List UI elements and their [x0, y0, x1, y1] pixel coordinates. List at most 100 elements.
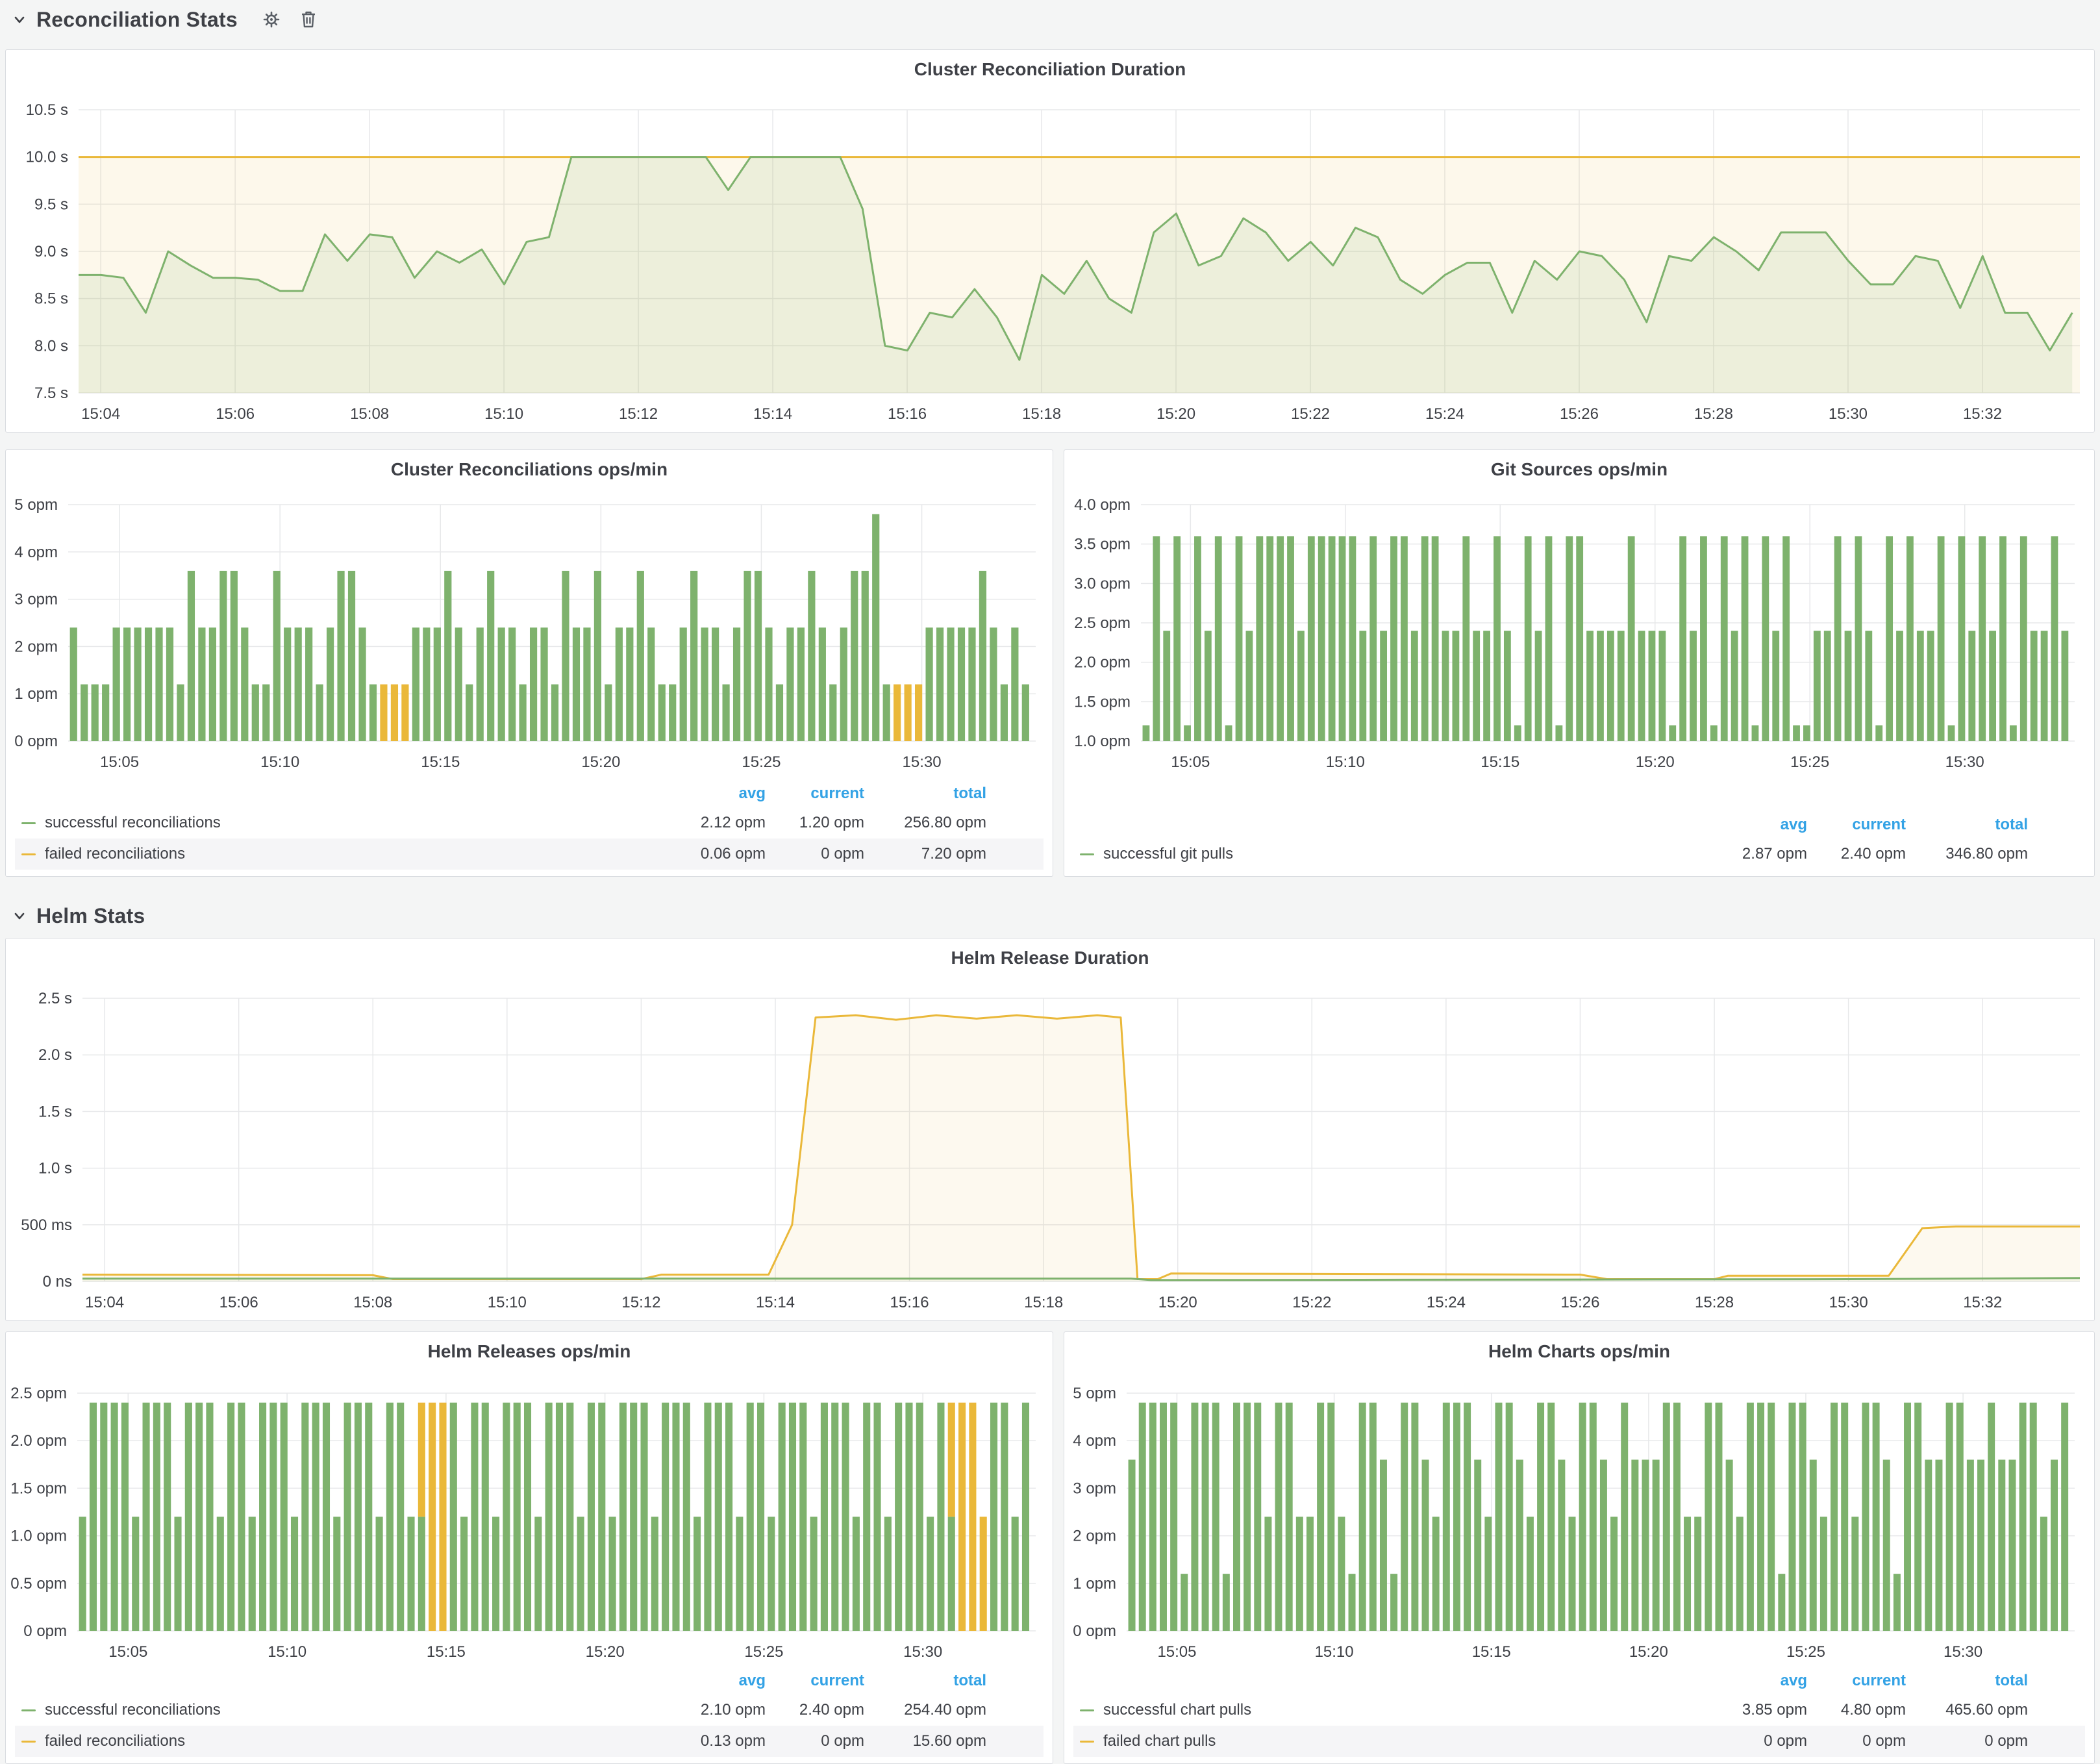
y-axis-tick-label: 0 opm: [1073, 1622, 1116, 1640]
y-axis-tick-label: 0 opm: [23, 1622, 67, 1640]
legend-sort-current[interactable]: current: [766, 785, 864, 803]
legend-series-label[interactable]: successful git pulls: [1080, 845, 1668, 863]
x-axis-tick-label: 15:05: [1171, 753, 1210, 771]
section-title: Reconciliation Stats: [36, 8, 238, 32]
legend-sort-current[interactable]: current: [766, 1672, 864, 1690]
y-axis-tick-label: 1 opm: [1073, 1575, 1116, 1593]
legend-value: 0 opm: [766, 845, 864, 863]
x-axis-tick-label: 15:05: [108, 1643, 147, 1661]
x-axis-tick-label: 15:22: [1292, 1294, 1331, 1311]
cluster-reconciliation-duration-chart[interactable]: 10.5 s10.0 s9.5 s9.0 s8.5 s8.0 s7.5 s15:…: [6, 50, 2094, 432]
x-axis-tick-label: 15:32: [1963, 1294, 2002, 1311]
legend-sort-avg[interactable]: avg: [627, 785, 766, 803]
panel-helm-charts-opm: Helm Charts ops/min 5 opm4 opm3 opm2 opm…: [1064, 1331, 2095, 1764]
section-title: Helm Stats: [36, 904, 145, 928]
y-axis-tick-label: 2.0 s: [38, 1046, 72, 1064]
series-name: successful git pulls: [1103, 845, 1233, 863]
x-axis-tick-label: 15:30: [903, 1643, 942, 1661]
x-axis-tick-label: 15:25: [742, 753, 781, 771]
x-axis-tick-label: 15:05: [1157, 1643, 1196, 1661]
x-axis-tick-label: 15:06: [216, 405, 255, 423]
y-axis-tick-label: 1.5 opm: [10, 1480, 67, 1497]
legend-row: successful reconciliations2.10 opm2.40 o…: [15, 1695, 1044, 1726]
legend-value: 2.40 opm: [766, 1701, 864, 1719]
legend-header-row: avgcurrenttotal: [1073, 1667, 2085, 1695]
x-axis-tick-label: 15:28: [1694, 405, 1733, 423]
y-axis-tick-label: 8.5 s: [34, 290, 68, 308]
y-axis-tick-label: 0 ns: [43, 1273, 72, 1291]
legend-row: successful chart pulls3.85 opm4.80 opm46…: [1073, 1695, 2085, 1726]
y-axis-tick-label: 10.0 s: [26, 149, 68, 166]
legend-value: 0.13 opm: [627, 1732, 766, 1750]
trash-icon[interactable]: [299, 9, 318, 30]
legend-row: failed reconciliations0.06 opm0 opm7.20 …: [15, 838, 1044, 870]
x-axis-tick-label: 15:26: [1560, 1294, 1599, 1311]
section-header-helm-stats[interactable]: Helm Stats: [12, 900, 145, 931]
legend-sort-avg[interactable]: avg: [627, 1672, 766, 1690]
chevron-down-icon: [12, 12, 27, 27]
legend-value: 465.60 opm: [1906, 1701, 2028, 1719]
x-axis-tick-label: 15:10: [260, 753, 299, 771]
series-name: failed reconciliations: [45, 1732, 185, 1750]
x-axis-tick-label: 15:10: [488, 1294, 527, 1311]
legend-series-label[interactable]: successful reconciliations: [21, 1701, 627, 1719]
legend-sort-total[interactable]: total: [1906, 816, 2028, 834]
panel-helm-releases-opm: Helm Releases ops/min 2.5 opm2.0 opm1.5 …: [5, 1331, 1053, 1764]
y-axis-tick-label: 5 opm: [1073, 1385, 1116, 1402]
legend-series-label[interactable]: failed chart pulls: [1080, 1732, 1668, 1750]
x-axis-tick-label: 15:30: [1829, 1294, 1868, 1311]
y-axis-tick-label: 3.5 opm: [1074, 536, 1131, 553]
y-axis-tick-label: 1.5 opm: [1074, 693, 1131, 711]
y-axis-tick-label: 2 opm: [1073, 1528, 1116, 1545]
legend-sort-total[interactable]: total: [864, 1672, 986, 1690]
panel-helm-release-duration: Helm Release Duration 2.5 s2.0 s1.5 s1.0…: [5, 938, 2095, 1321]
x-axis-tick-label: 15:25: [1790, 753, 1829, 771]
x-axis-tick-label: 15:30: [1829, 405, 1868, 423]
series-color-swatch: [1080, 1741, 1094, 1743]
x-axis-tick-label: 15:20: [1156, 405, 1195, 423]
y-axis-tick-label: 7.5 s: [34, 384, 68, 402]
y-axis-tick-label: 2.5 opm: [10, 1385, 67, 1402]
legend-value: 2.10 opm: [627, 1701, 766, 1719]
legend-sort-total[interactable]: total: [864, 785, 986, 803]
helm-release-duration-chart[interactable]: 2.5 s2.0 s1.5 s1.0 s500 ms0 ns15:0415:06…: [6, 939, 2094, 1320]
legend-helm-charts: avgcurrenttotalsuccessful chart pulls3.8…: [1073, 1667, 2085, 1757]
y-axis-tick-label: 2 opm: [14, 638, 58, 655]
legend-sort-total[interactable]: total: [1906, 1672, 2028, 1690]
legend-header-row: avgcurrenttotal: [1073, 811, 2085, 838]
legend-series-label[interactable]: successful chart pulls: [1080, 1701, 1668, 1719]
legend-sort-current[interactable]: current: [1807, 816, 1906, 834]
legend-series-label[interactable]: failed reconciliations: [21, 1732, 627, 1750]
section-header-reconciliation-stats[interactable]: Reconciliation Stats: [12, 4, 318, 35]
legend-sort-avg[interactable]: avg: [1668, 1672, 1807, 1690]
y-axis-tick-label: 500 ms: [21, 1216, 72, 1234]
y-axis-tick-label: 9.5 s: [34, 195, 68, 213]
x-axis-tick-label: 15:18: [1022, 405, 1061, 423]
y-axis-tick-label: 2.5 opm: [1074, 614, 1131, 632]
legend-value: 1.20 opm: [766, 814, 864, 832]
legend-value: 2.40 opm: [1807, 845, 1906, 863]
legend-series-label[interactable]: failed reconciliations: [21, 845, 627, 863]
legend-sort-current[interactable]: current: [1807, 1672, 1906, 1690]
legend-header-row: avgcurrenttotal: [15, 780, 1044, 807]
chevron-down-icon: [12, 908, 27, 924]
legend-value: 0 opm: [766, 1732, 864, 1750]
y-axis-tick-label: 2.5 s: [38, 990, 72, 1007]
x-axis-tick-label: 15:25: [1786, 1643, 1825, 1661]
gear-icon[interactable]: [261, 9, 282, 30]
series-color-swatch: [21, 853, 36, 855]
y-axis-tick-label: 2.0 opm: [1074, 654, 1131, 672]
legend-git-sources: avgcurrenttotalsuccessful git pulls2.87 …: [1073, 811, 2085, 870]
y-axis-tick-label: 1.0 s: [38, 1160, 72, 1178]
y-axis-tick-label: 0.5 opm: [10, 1575, 67, 1593]
legend-helm-releases: avgcurrenttotal successful reconciliation…: [15, 1667, 1044, 1757]
legend-sort-avg[interactable]: avg: [1668, 816, 1807, 834]
y-axis-tick-label: 4 opm: [1073, 1432, 1116, 1450]
x-axis-tick-label: 15:20: [1158, 1294, 1197, 1311]
legend-value: 346.80 opm: [1906, 845, 2028, 863]
grafana-dashboard: Reconciliation Stats: [0, 0, 2100, 1764]
legend-cluster-reconciliations: avgcurrenttotal successful reconciliation…: [15, 780, 1044, 870]
x-axis-tick-label: 15:04: [85, 1294, 124, 1311]
panel-cluster-reconciliations-opm: Cluster Reconciliations ops/min 5 opm4 o…: [5, 449, 1053, 877]
legend-series-label[interactable]: successful reconciliations: [21, 814, 627, 832]
